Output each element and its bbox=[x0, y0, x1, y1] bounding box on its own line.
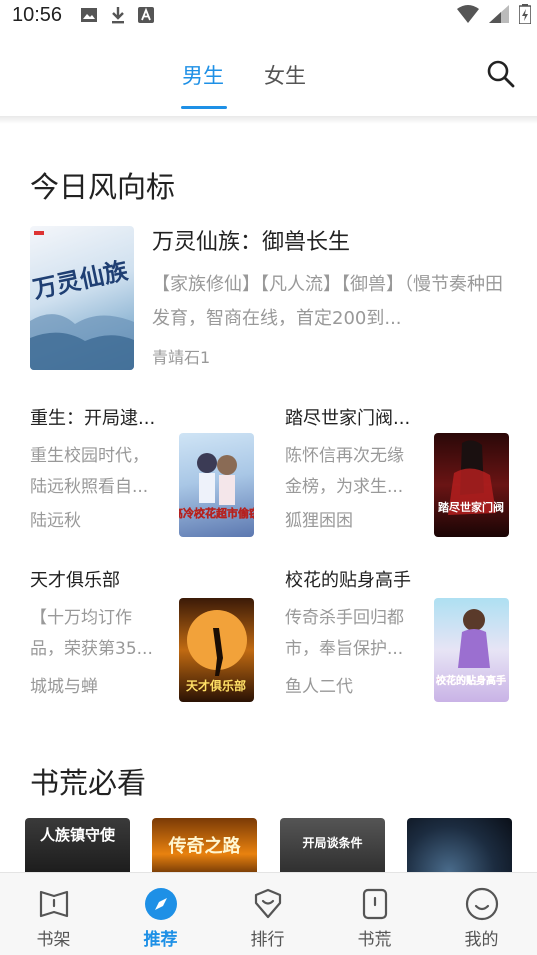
book-cover-text: 高冷校花超市偷窃 bbox=[179, 506, 254, 520]
gallery-icon bbox=[81, 8, 98, 22]
shelf-book-cover[interactable]: 传奇之路 bbox=[152, 818, 257, 878]
nav-label: 书荒 bbox=[357, 930, 392, 950]
book-title[interactable]: 校花的贴身高手 bbox=[285, 566, 425, 592]
bottom-navigation: 书架 推荐 排行 书荒 我的 bbox=[0, 872, 537, 955]
tab-male[interactable]: 男生 bbox=[182, 60, 224, 90]
featured-book-cover[interactable]: 万灵仙族 bbox=[30, 226, 134, 370]
shelf-cover-text: 开局谈条件 bbox=[302, 836, 363, 850]
wifi-icon bbox=[457, 5, 479, 23]
featured-book-description: 【家族修仙】【凡人流】【御兽】（慢节奏种田发育，智商在线，首定200到... bbox=[152, 274, 503, 329]
system-icons bbox=[457, 4, 531, 24]
book-title[interactable]: 重生：开局逮... bbox=[30, 404, 170, 430]
book-description: 陈怀信再次无缘金榜，为求生... bbox=[285, 446, 404, 497]
nav-book-famine[interactable]: 书荒 bbox=[321, 873, 428, 955]
book-cover-text: 天才俱乐部 bbox=[186, 678, 246, 693]
nav-recommend[interactable]: 推荐 bbox=[107, 873, 214, 955]
download-icon bbox=[112, 7, 125, 24]
book-cover-text: 校花的贴身高手 bbox=[436, 674, 506, 687]
header-divider bbox=[0, 116, 537, 124]
book-icon bbox=[362, 888, 388, 920]
compass-icon bbox=[145, 888, 177, 920]
nav-profile[interactable]: 我的 bbox=[428, 873, 535, 955]
featured-book-title[interactable]: 万灵仙族：御兽长生 bbox=[152, 224, 350, 256]
status-bar: 10:56 bbox=[0, 0, 537, 30]
profile-icon bbox=[465, 887, 499, 921]
book-author: 鱼人二代 bbox=[285, 677, 353, 697]
ranking-icon bbox=[254, 888, 282, 919]
nav-label: 我的 bbox=[464, 930, 499, 950]
book-cover-text: 踏尽世家门阀 bbox=[438, 500, 504, 514]
book-cover[interactable]: 天才俱乐部 bbox=[179, 598, 254, 702]
status-time: 10:56 bbox=[12, 3, 63, 26]
tab-active-indicator bbox=[181, 106, 227, 109]
book-cover[interactable]: 踏尽世家门阀 bbox=[434, 433, 509, 537]
book-description: 【十万均订作品，荣获第35... bbox=[30, 608, 153, 659]
book-cover[interactable]: 校花的贴身高手 bbox=[434, 598, 509, 702]
bookshelf-icon bbox=[39, 890, 69, 918]
nav-label: 书架 bbox=[36, 930, 71, 950]
book-title[interactable]: 踏尽世家门阀... bbox=[285, 404, 425, 430]
book-description: 重生校园时代，陆远秋照看自... bbox=[30, 446, 149, 497]
signal-icon bbox=[489, 5, 509, 23]
nav-bookshelf[interactable]: 书架 bbox=[0, 873, 107, 955]
search-button[interactable] bbox=[485, 58, 517, 90]
search-icon bbox=[487, 60, 515, 88]
shelf-book-cover[interactable]: 人族镇守使 bbox=[25, 818, 130, 878]
shelf-cover-text: 人族镇守使 bbox=[39, 826, 115, 844]
book-cover[interactable]: 高冷校花超市偷窃 bbox=[179, 433, 254, 537]
featured-cover-title: 万灵仙族 bbox=[30, 255, 131, 304]
shelf-book-cover[interactable]: 开局谈条件 bbox=[280, 818, 385, 878]
nav-label: 排行 bbox=[250, 930, 285, 950]
section-title-featured: 今日风向标 bbox=[30, 170, 176, 204]
notification-icons bbox=[80, 6, 155, 24]
book-author: 城城与蝉 bbox=[30, 677, 98, 697]
text-icon bbox=[138, 7, 155, 23]
shelf-book-cover[interactable] bbox=[407, 818, 512, 878]
top-tab-bar: 男生 女生 bbox=[0, 44, 537, 116]
book-author: 狐狸困困 bbox=[285, 511, 353, 531]
shelf-cover-text: 传奇之路 bbox=[168, 836, 241, 857]
book-title[interactable]: 天才俱乐部 bbox=[30, 566, 170, 592]
tab-female[interactable]: 女生 bbox=[264, 60, 306, 90]
book-description: 传奇杀手回归都市，奉旨保护... bbox=[285, 608, 404, 659]
nav-label: 推荐 bbox=[143, 930, 178, 950]
section-title-shelf: 书荒必看 bbox=[30, 766, 147, 800]
book-author: 陆远秋 bbox=[30, 511, 81, 531]
featured-book-author: 青靖石1 bbox=[152, 348, 211, 367]
nav-ranking[interactable]: 排行 bbox=[214, 873, 321, 955]
battery-icon bbox=[519, 4, 531, 24]
